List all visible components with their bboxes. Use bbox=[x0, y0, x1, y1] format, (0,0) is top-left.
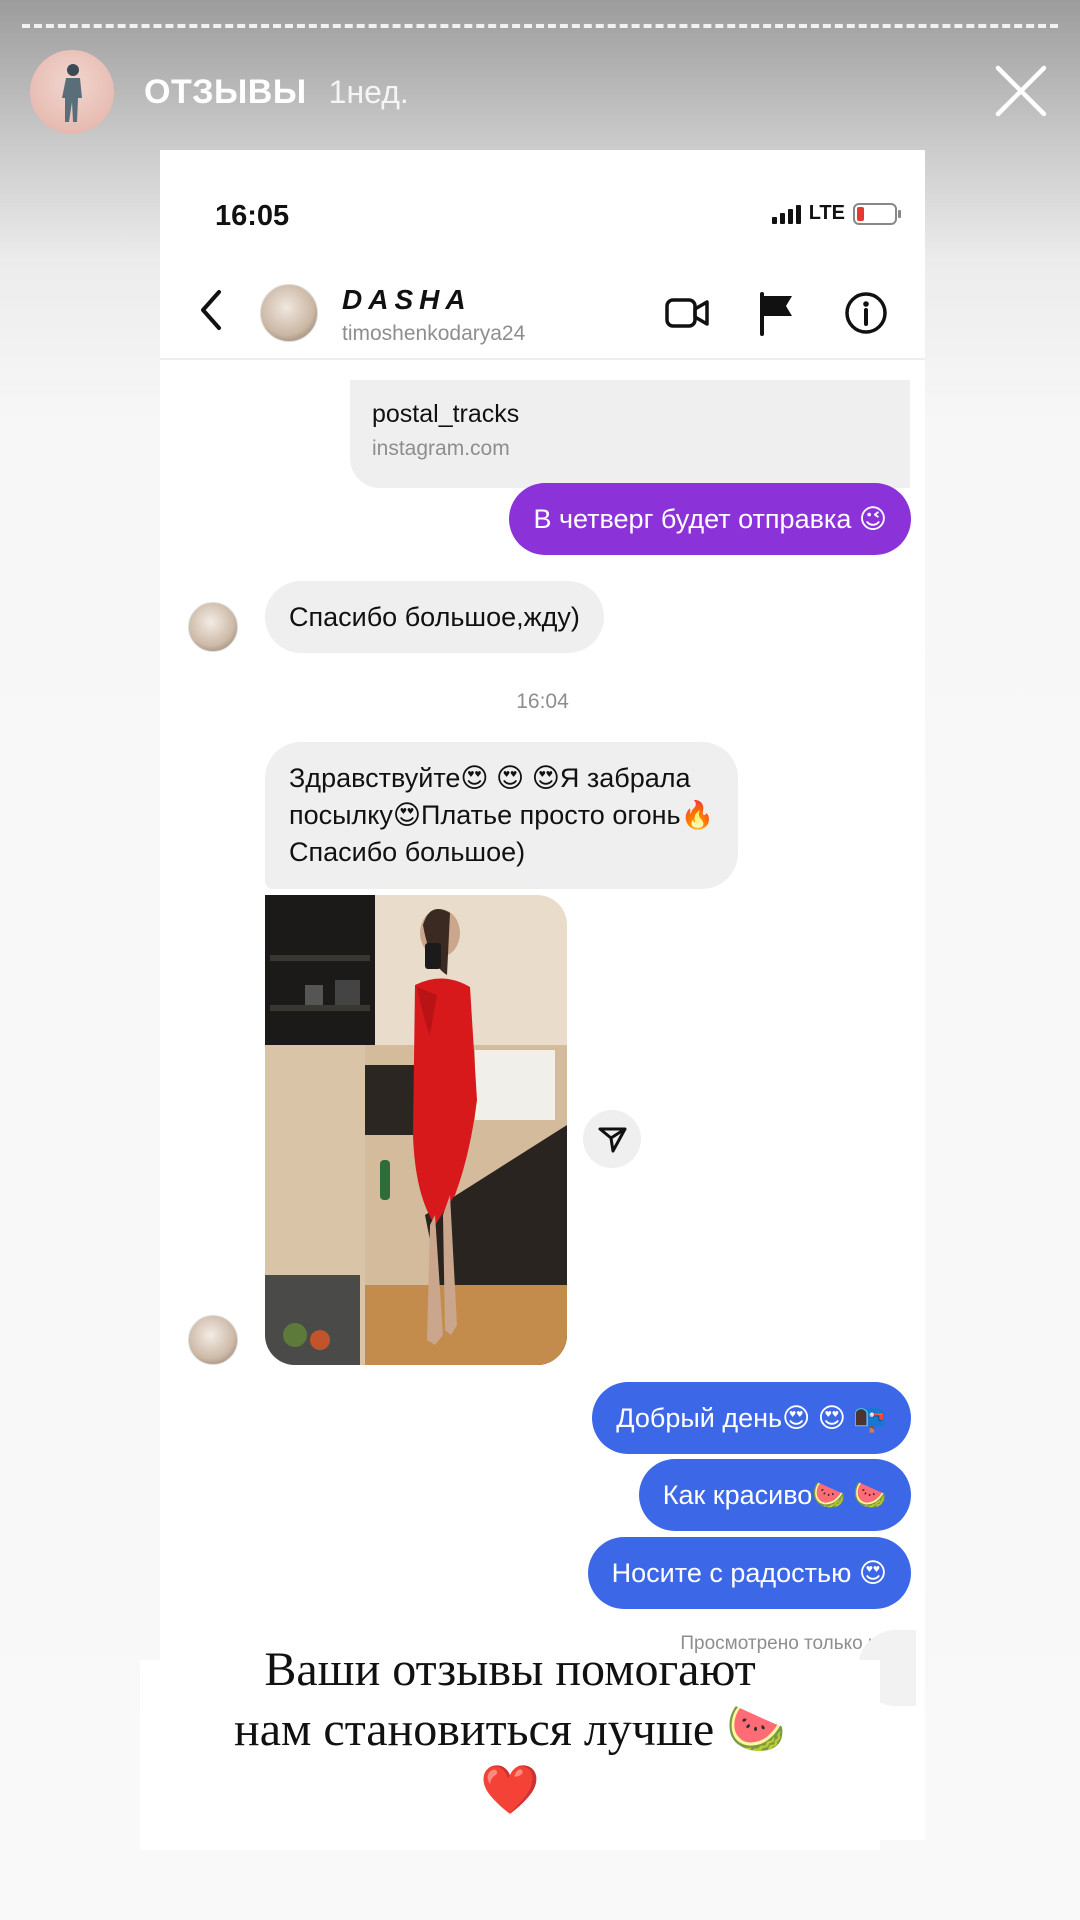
message-bubble-outgoing[interactable]: Носите с радостью 😍 bbox=[587, 1537, 911, 1609]
network-label: LTE bbox=[808, 202, 845, 224]
message-avatar bbox=[188, 602, 238, 652]
status-time: 16:05 bbox=[215, 200, 290, 232]
message-line: Здравствуйте😍 😍 😍Я забрала bbox=[289, 763, 691, 793]
chat-screenshot: 16:05 LTE DASHA timoshenkodarya24 postal… bbox=[160, 150, 925, 1840]
story-avatar[interactable] bbox=[30, 50, 114, 134]
dress-photo-image bbox=[265, 895, 567, 1365]
info-icon[interactable] bbox=[843, 290, 889, 336]
back-chevron-icon[interactable] bbox=[195, 288, 225, 332]
link-preview-card[interactable]: postal_tracks instagram.com bbox=[350, 380, 910, 488]
video-call-icon[interactable] bbox=[664, 290, 710, 336]
message-bubble-outgoing[interactable]: В четверг будет отправка 😉 bbox=[509, 483, 911, 555]
battery-icon bbox=[853, 202, 901, 225]
message-bubble-outgoing[interactable]: Как красиво🍉 🍉 bbox=[638, 1459, 911, 1531]
story-caption: Ваши отзывы помогают нам становиться луч… bbox=[150, 1640, 870, 1820]
caption-line: Ваши отзывы помогают bbox=[264, 1643, 756, 1696]
caption-line: нам становиться лучше 🍉 bbox=[234, 1703, 786, 1756]
message-bubble-incoming[interactable]: Спасибо большое,жду) bbox=[265, 581, 604, 653]
message-bubble-outgoing[interactable]: Добрый день😍 😍 📭 bbox=[592, 1382, 911, 1454]
story-title: ОТЗЫВЫ bbox=[144, 72, 307, 111]
message-bubble-incoming-multiline[interactable]: Здравствуйте😍 😍 😍Я забрала посылку😍Плать… bbox=[265, 742, 739, 889]
chat-header: DASHA timoshenkodarya24 bbox=[160, 260, 925, 360]
chat-handle: timoshenkodarya24 bbox=[342, 322, 526, 345]
message-line: посылку😍Платье просто огонь🔥 bbox=[289, 800, 715, 830]
status-bar: 16:05 LTE bbox=[160, 150, 925, 240]
chat-avatar[interactable] bbox=[260, 284, 318, 342]
close-icon[interactable] bbox=[992, 62, 1050, 120]
chat-name[interactable]: DASHA bbox=[342, 284, 472, 316]
signal-icon bbox=[771, 204, 801, 224]
message-timestamp: 16:04 bbox=[516, 690, 569, 713]
link-preview-url: instagram.com bbox=[372, 437, 510, 460]
message-line: Спасибо большое) bbox=[289, 837, 526, 867]
heart-icon: ❤️ bbox=[480, 1762, 540, 1818]
send-arrow-icon bbox=[598, 1127, 627, 1153]
flag-icon[interactable] bbox=[754, 290, 800, 336]
story-header: ОТЗЫВЫ 1нед. bbox=[30, 50, 1050, 134]
story-progress-bar bbox=[22, 24, 1058, 28]
photo-message[interactable] bbox=[265, 895, 567, 1365]
message-avatar bbox=[188, 1315, 238, 1365]
story-time-ago: 1нед. bbox=[328, 73, 409, 110]
status-indicators: LTE bbox=[771, 202, 901, 225]
link-preview-title: postal_tracks bbox=[372, 400, 520, 428]
share-button[interactable] bbox=[583, 1110, 641, 1168]
